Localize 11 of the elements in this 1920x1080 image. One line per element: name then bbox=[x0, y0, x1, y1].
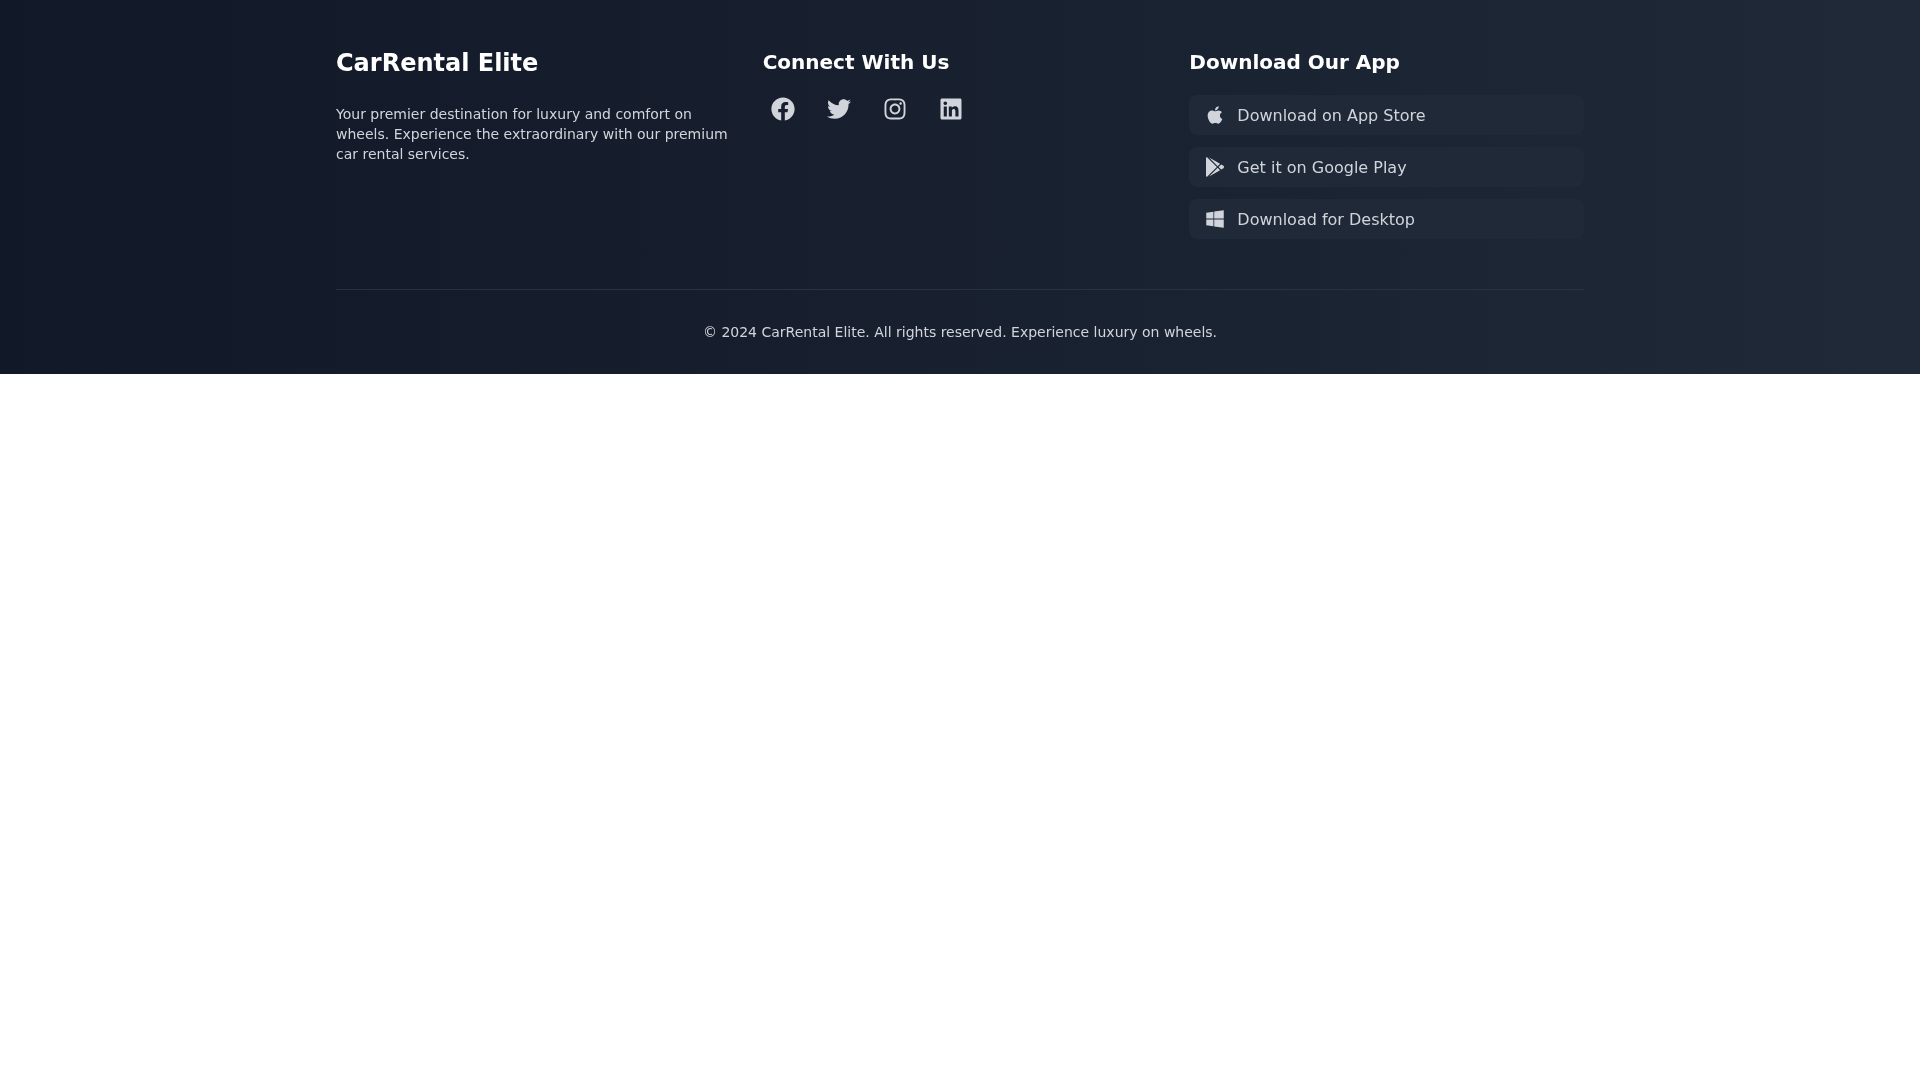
facebook-link[interactable] bbox=[770, 97, 795, 121]
twitter-link[interactable] bbox=[826, 97, 851, 121]
download-heading: Download Our App bbox=[1189, 49, 1400, 76]
copyright-text: © 2024 CarRental Elite. All rights reserved. Experience luxury on wheels. bbox=[701, 323, 1219, 342]
social-heading: Connect With Us bbox=[762, 49, 950, 76]
brand-description: Your premier destination for luxury and comfort on wheels. Experience the extraordinary with our premium car rental services. bbox=[336, 105, 729, 164]
brand-title: CarRental Elite bbox=[336, 48, 539, 78]
linkedin-link[interactable] bbox=[938, 97, 963, 121]
windows-icon bbox=[1205, 209, 1226, 229]
play-icon bbox=[1205, 157, 1226, 177]
instagram-link[interactable] bbox=[882, 97, 907, 121]
